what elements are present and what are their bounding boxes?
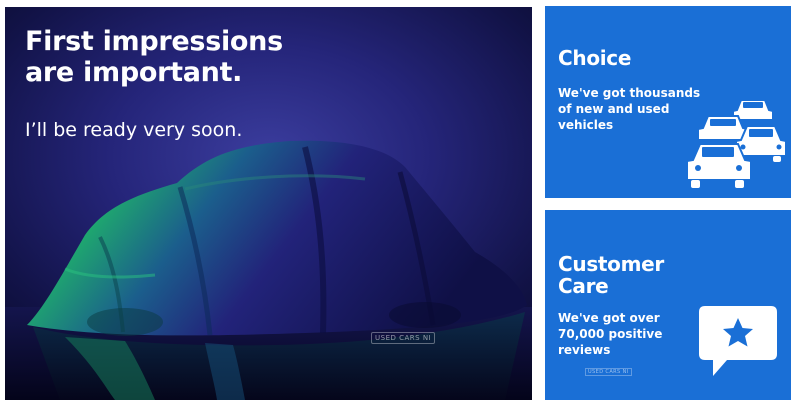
hero-watermark: USED CARS NI bbox=[371, 332, 436, 344]
choice-text-line2: of new and used bbox=[558, 102, 670, 116]
choice-text-line1: We've got thousands bbox=[558, 86, 701, 100]
choice-title-text: Choice bbox=[558, 46, 632, 70]
care-watermark: USED CARS NI bbox=[585, 368, 632, 376]
care-text: We've got over 70,000 positive reviews bbox=[558, 310, 662, 358]
choice-text-line3: vehicles bbox=[558, 118, 614, 132]
care-title-line1: Customer bbox=[558, 252, 664, 276]
choice-title: Choice bbox=[558, 47, 631, 69]
choice-text: We've got thousands of new and used vehi… bbox=[558, 85, 700, 133]
care-text-line1: We've got over bbox=[558, 311, 660, 325]
choice-card: Choice We've got thousands of new and us… bbox=[545, 6, 791, 198]
cars-icon bbox=[686, 99, 787, 188]
hero-title: First impressions are important. bbox=[25, 26, 283, 88]
hero-image: First impressions are important. I’ll be… bbox=[5, 7, 532, 400]
hero-title-line2: are important. bbox=[25, 57, 243, 88]
customer-care-card: Customer Care We've got over 70,000 posi… bbox=[545, 210, 791, 400]
star-speech-bubble-icon bbox=[699, 306, 777, 376]
hero-title-line1: First impressions bbox=[25, 26, 283, 57]
care-text-line3: reviews bbox=[558, 343, 611, 357]
care-title-line2: Care bbox=[558, 274, 609, 298]
hero-subtitle: I’ll be ready very soon. bbox=[25, 119, 243, 141]
care-text-line2: 70,000 positive bbox=[558, 327, 663, 341]
care-title: Customer Care bbox=[558, 253, 664, 297]
